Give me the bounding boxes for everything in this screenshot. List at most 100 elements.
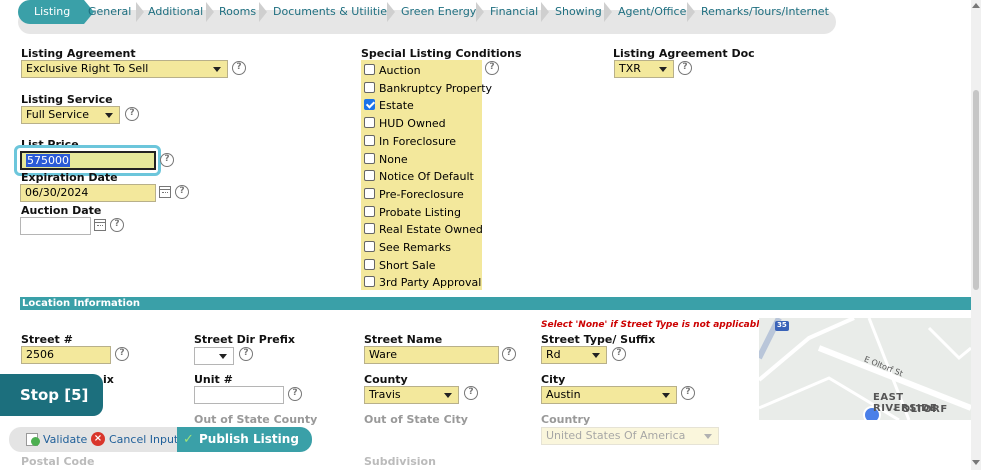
tab-separator-icon bbox=[206, 2, 214, 22]
street-number-label: Street # bbox=[21, 333, 73, 346]
validate-button[interactable]: Validate bbox=[43, 433, 87, 446]
tab-separator-icon bbox=[541, 2, 549, 22]
help-icon[interactable]: ? bbox=[288, 387, 302, 401]
location-section-header: Location Information bbox=[20, 297, 971, 310]
list-price-input[interactable]: 575000 bbox=[20, 151, 156, 170]
checkbox-label: See Remarks bbox=[379, 241, 452, 254]
tab-listing[interactable]: Listing bbox=[18, 0, 95, 24]
checkbox[interactable] bbox=[364, 170, 375, 182]
scroll-down-icon[interactable] bbox=[972, 460, 980, 466]
tab-financial[interactable]: Financial bbox=[490, 0, 538, 24]
stop-button[interactable]: Stop [5] bbox=[0, 374, 103, 416]
street-name-label: Street Name bbox=[364, 333, 443, 346]
street-name-input[interactable]: Ware bbox=[364, 346, 499, 364]
help-icon[interactable]: ? bbox=[681, 386, 695, 400]
tab-remarks-tours-internet[interactable]: Remarks/Tours/Internet bbox=[701, 0, 829, 24]
help-icon[interactable]: ? bbox=[125, 107, 139, 121]
help-icon[interactable]: ? bbox=[502, 347, 516, 361]
checkbox[interactable] bbox=[364, 117, 375, 129]
checkbox-label: Auction bbox=[379, 64, 421, 77]
expiration-date-label: Expiration Date bbox=[21, 171, 118, 184]
checkbox[interactable] bbox=[364, 99, 375, 111]
checkbox[interactable] bbox=[364, 134, 375, 146]
street-type-note: Select 'None' if Street Type is not appl… bbox=[541, 320, 766, 330]
country-label: Country bbox=[541, 413, 591, 426]
map-area-label-2: - OLTORF bbox=[893, 404, 948, 415]
checkbox[interactable] bbox=[364, 205, 375, 217]
validate-icon bbox=[26, 433, 40, 446]
calendar-icon[interactable] bbox=[94, 219, 106, 231]
listing-agreement-label: Listing Agreement bbox=[21, 47, 136, 60]
tab-green-energy[interactable]: Green Energy bbox=[401, 0, 476, 24]
street-dir-prefix-label: Street Dir Prefix bbox=[194, 333, 295, 346]
county-label: County bbox=[364, 373, 408, 386]
tab-label: Listing bbox=[34, 5, 71, 18]
tab-general[interactable]: General bbox=[88, 0, 131, 24]
street-type-select[interactable]: Rd bbox=[541, 346, 607, 364]
checkbox-label: HUD Owned bbox=[379, 117, 446, 131]
street-number-input[interactable]: 2506 bbox=[21, 346, 111, 364]
checkbox-label: None bbox=[379, 152, 408, 166]
city-select[interactable]: Austin bbox=[541, 386, 677, 404]
help-icon[interactable]: ? bbox=[232, 61, 246, 75]
help-icon[interactable]: ? bbox=[160, 153, 174, 167]
location-map[interactable]: 35 E Oltorf St EAST RIVERSIDE - OLTORF bbox=[759, 318, 971, 420]
scrollbar-thumb[interactable] bbox=[973, 90, 979, 290]
publish-listing-button[interactable]: ✓ Publish Listing bbox=[177, 427, 312, 452]
street-dir-suffix-label: ix bbox=[103, 373, 114, 386]
checkbox-label: Probate Listing bbox=[379, 205, 461, 219]
checkbox[interactable] bbox=[364, 223, 375, 235]
checkbox-label: Real Estate Owned bbox=[379, 223, 483, 237]
expiration-date-input[interactable]: 06/30/2024 bbox=[20, 184, 156, 202]
tab-additional[interactable]: Additional bbox=[148, 0, 203, 24]
auction-date-input[interactable] bbox=[20, 217, 91, 235]
checkbox-label: 3rd Party Approval bbox=[379, 276, 482, 290]
unit-number-input[interactable] bbox=[194, 386, 284, 404]
help-icon[interactable]: ? bbox=[678, 61, 692, 75]
street-type-label: Street Type/ Suffix bbox=[541, 333, 656, 346]
help-icon[interactable]: ? bbox=[464, 386, 478, 400]
checkbox-label: Pre-Foreclosure bbox=[379, 187, 464, 201]
checkbox[interactable] bbox=[364, 258, 375, 270]
scroll-up-icon[interactable] bbox=[972, 2, 980, 8]
tab-separator-icon bbox=[259, 2, 267, 22]
tab-rooms[interactable]: Rooms bbox=[219, 0, 256, 24]
tab-documents-utilities[interactable]: Documents & Utilities bbox=[273, 0, 393, 24]
help-icon[interactable]: ? bbox=[175, 185, 189, 199]
listing-service-label: Listing Service bbox=[21, 93, 113, 106]
help-icon[interactable]: ? bbox=[115, 347, 129, 361]
checkbox-label: Short Sale bbox=[379, 258, 436, 272]
checkbox[interactable] bbox=[364, 64, 375, 75]
street-dir-prefix-select[interactable] bbox=[194, 347, 234, 365]
calendar-icon[interactable] bbox=[159, 186, 171, 198]
listing-service-select[interactable]: Full Service bbox=[21, 106, 120, 124]
out-of-state-county-label: Out of State County bbox=[194, 413, 318, 426]
tab-separator-icon bbox=[136, 2, 144, 22]
checkbox[interactable] bbox=[364, 241, 375, 252]
tab-separator-icon bbox=[387, 2, 395, 22]
help-icon[interactable]: ? bbox=[612, 347, 626, 361]
help-icon[interactable]: ? bbox=[110, 218, 124, 232]
tab-agent-office[interactable]: Agent/Office bbox=[618, 0, 686, 24]
help-icon[interactable]: ? bbox=[239, 347, 253, 361]
checkbox[interactable] bbox=[364, 81, 375, 93]
listing-agreement-select[interactable]: Exclusive Right To Sell bbox=[21, 60, 228, 78]
agreement-doc-select[interactable]: TXR bbox=[614, 60, 674, 78]
auction-date-label: Auction Date bbox=[21, 204, 102, 217]
county-select[interactable]: Travis bbox=[364, 386, 459, 404]
tab-showing[interactable]: Showing bbox=[555, 0, 602, 24]
subdivision-label: Subdivision bbox=[364, 455, 436, 468]
highway-label: 35 bbox=[777, 321, 787, 329]
checkbox[interactable] bbox=[364, 152, 375, 164]
tab-separator-icon bbox=[687, 2, 695, 22]
country-select[interactable]: United States Of America bbox=[541, 427, 719, 445]
cancel-icon: × bbox=[91, 432, 105, 446]
cancel-input-button[interactable]: Cancel Input bbox=[109, 433, 178, 446]
tab-separator-icon bbox=[604, 2, 612, 22]
checkbox-label: Notice Of Default bbox=[379, 170, 474, 184]
help-icon[interactable]: ? bbox=[485, 61, 499, 75]
checkbox-label: In Foreclosure bbox=[379, 134, 457, 148]
checkbox[interactable] bbox=[364, 276, 375, 288]
checkbox[interactable] bbox=[364, 187, 375, 199]
publish-label: Publish Listing bbox=[199, 432, 299, 446]
